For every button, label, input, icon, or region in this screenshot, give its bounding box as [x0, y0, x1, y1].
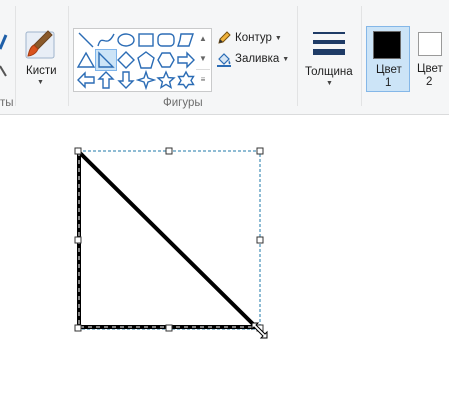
ribbon: ты Кисти ▼ ▲ ▼ ≡ Контур ▼ Заливка ▼ Фигу…	[0, 0, 449, 115]
color2-button[interactable]: Цвет 2	[412, 26, 449, 90]
size-button[interactable]: Толщина ▼	[302, 28, 358, 90]
fill-bucket-icon	[217, 53, 231, 67]
color2-swatch	[418, 32, 442, 56]
brushes-label: Кисти	[26, 65, 57, 77]
drawing-canvas[interactable]	[0, 115, 449, 406]
left-arrow-shape-icon[interactable]	[76, 70, 96, 90]
right-triangle-shape[interactable]	[77, 147, 261, 329]
color2-label: Цвет	[417, 63, 443, 75]
rectangle-shape-icon[interactable]	[136, 30, 156, 50]
resize-handle-bottom-left[interactable]	[74, 324, 82, 332]
right-arrow-shape-icon[interactable]	[176, 50, 196, 70]
fill-label: Заливка	[235, 53, 280, 65]
fill-dropdown[interactable]: Заливка ▼	[216, 50, 289, 68]
line-thickness-icon	[313, 32, 345, 55]
fill-caret-icon: ▼	[282, 55, 290, 63]
outline-dropdown[interactable]: Контур ▼	[216, 29, 282, 47]
up-arrow-shape-icon[interactable]	[96, 70, 116, 90]
outline-label: Контур	[235, 32, 272, 44]
resize-handle-top-left[interactable]	[74, 147, 82, 155]
resize-handle-top-right[interactable]	[256, 147, 264, 155]
hexagon-shape-icon[interactable]	[156, 50, 176, 70]
size-label: Толщина	[305, 66, 353, 78]
canvas-drawing[interactable]	[0, 115, 449, 406]
color1-swatch	[373, 31, 401, 59]
pencil-outline-icon	[218, 31, 231, 44]
diamond-shape-icon[interactable]	[116, 50, 136, 70]
five-point-star-shape-icon[interactable]	[156, 70, 176, 90]
resize-handle-right[interactable]	[256, 236, 264, 244]
six-point-star-shape-icon[interactable]	[176, 70, 196, 90]
polygon-shape-icon[interactable]	[176, 30, 196, 50]
color1-label: Цвет	[376, 64, 402, 76]
size-caret-icon: ▼	[326, 80, 333, 87]
tool-icon-partial[interactable]	[0, 33, 8, 51]
ribbon-separator	[68, 6, 69, 106]
brushes-button[interactable]: Кисти ▼	[20, 28, 60, 88]
shapes-group-label: Фигуры	[163, 97, 203, 109]
rounded-rectangle-shape-icon[interactable]	[156, 30, 176, 50]
down-arrow-shape-icon[interactable]	[116, 70, 136, 90]
curve-shape-icon[interactable]	[96, 30, 116, 50]
triangle-shape-icon[interactable]	[76, 50, 96, 70]
right-triangle-shape-icon[interactable]	[95, 49, 117, 71]
pentagon-shape-icon[interactable]	[136, 50, 156, 70]
tools-group-label-partial: ты	[0, 97, 14, 109]
brush-icon	[25, 30, 55, 59]
shapes-scroll-up-button[interactable]: ▲	[196, 29, 210, 49]
resize-handle-top[interactable]	[165, 147, 173, 155]
four-point-star-shape-icon[interactable]	[135, 69, 157, 91]
color1-button[interactable]: Цвет 1	[366, 26, 410, 92]
ribbon-separator	[297, 6, 298, 106]
ribbon-separator	[361, 6, 362, 106]
color1-number: 1	[385, 77, 392, 89]
shapes-scroll-down-button[interactable]: ▼	[196, 49, 210, 69]
resize-handle-left[interactable]	[74, 236, 82, 244]
zoom-icon-partial[interactable]	[0, 64, 8, 78]
ribbon-separator	[15, 6, 16, 106]
line-shape-icon[interactable]	[76, 30, 96, 50]
oval-shape-icon[interactable]	[116, 30, 136, 50]
outline-caret-icon: ▼	[274, 34, 282, 42]
brushes-caret-icon: ▼	[37, 79, 44, 86]
shapes-gallery	[73, 28, 212, 92]
resize-handle-bottom[interactable]	[165, 324, 173, 332]
shapes-expand-button[interactable]: ≡	[196, 69, 210, 90]
color2-number: 2	[426, 76, 433, 88]
